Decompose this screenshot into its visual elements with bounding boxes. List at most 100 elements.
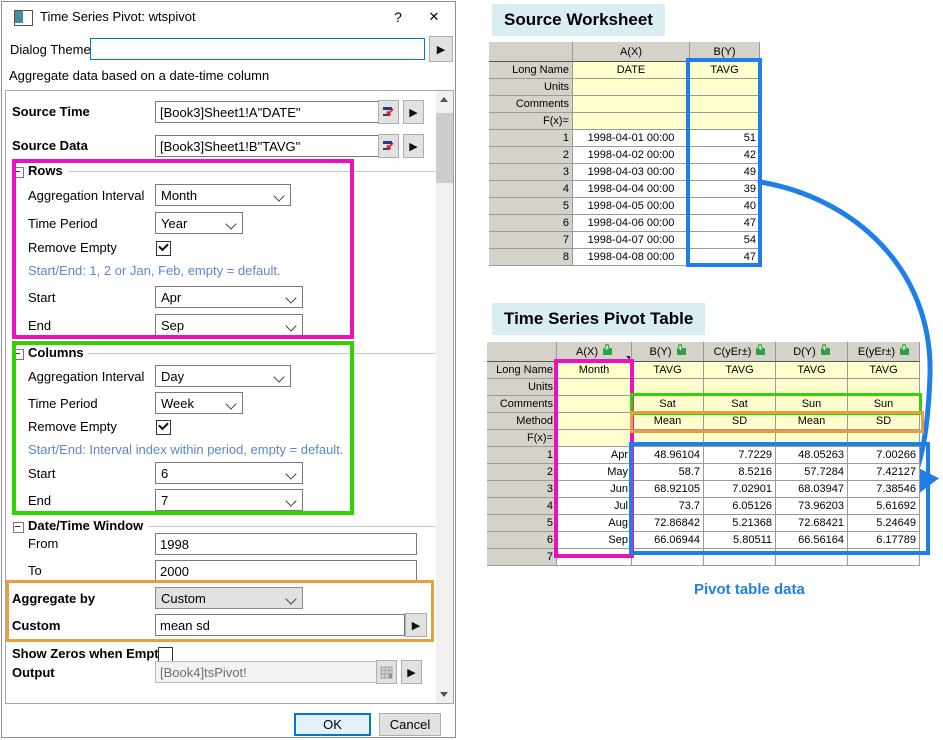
dialog-theme-flyout-button[interactable]: ▶	[429, 36, 453, 62]
row-header[interactable]: 6	[489, 215, 573, 232]
row-header[interactable]: Units	[489, 79, 573, 96]
cell[interactable]	[848, 379, 920, 396]
cell[interactable]: 5.61692	[848, 498, 920, 515]
column-header[interactable]: B(Y)	[632, 342, 704, 362]
cancel-button[interactable]: Cancel	[379, 713, 441, 736]
cell[interactable]: 8.5216	[704, 464, 776, 481]
cell[interactable]	[848, 549, 920, 566]
source-time-column-picker-button[interactable]	[378, 100, 399, 124]
aggregate-by-select[interactable]: Custom	[155, 587, 303, 609]
row-header[interactable]: 1	[489, 130, 573, 147]
cell[interactable]: 47	[690, 249, 760, 266]
cell[interactable]	[557, 379, 632, 396]
cell[interactable]	[557, 549, 632, 566]
cell[interactable]	[704, 549, 776, 566]
row-header[interactable]: 1	[487, 447, 557, 464]
cell[interactable]: 54	[690, 232, 760, 249]
cell[interactable]: Aug	[557, 515, 632, 532]
from-input[interactable]	[155, 533, 417, 555]
cell[interactable]: 1998-04-02 00:00	[573, 147, 690, 164]
source-data-column-picker-button[interactable]	[378, 134, 399, 158]
column-header[interactable]: A(X)	[557, 342, 632, 362]
cell[interactable]: 68.92105	[632, 481, 704, 498]
cell[interactable]: 1998-04-04 00:00	[573, 181, 690, 198]
cell[interactable]: 6.05126	[704, 498, 776, 515]
column-header[interactable]: A(X)	[573, 42, 690, 62]
cell[interactable]: 1998-04-07 00:00	[573, 232, 690, 249]
cell[interactable]: 72.68421	[776, 515, 848, 532]
cell[interactable]: 48.05263	[776, 447, 848, 464]
scroll-down-icon[interactable]	[436, 686, 453, 703]
source-time-input[interactable]	[155, 101, 381, 123]
row-header[interactable]: 7	[489, 232, 573, 249]
row-header[interactable]: 5	[489, 198, 573, 215]
row-header[interactable]: 3	[489, 164, 573, 181]
show-zeros-checkbox[interactable]	[158, 647, 173, 662]
cell[interactable]: 47	[690, 215, 760, 232]
cell[interactable]: 7.42127	[848, 464, 920, 481]
row-header[interactable]: Long Name	[487, 362, 557, 379]
column-header[interactable]: B(Y)	[690, 42, 760, 62]
cell[interactable]	[690, 96, 760, 113]
cell[interactable]: 68.03947	[776, 481, 848, 498]
cell[interactable]: 58.7	[632, 464, 704, 481]
row-header[interactable]: 2	[487, 464, 557, 481]
row-header[interactable]: F(x)=	[487, 430, 557, 447]
cell[interactable]: Apr	[557, 447, 632, 464]
rows-end-select[interactable]: Sep	[155, 314, 303, 336]
ok-button[interactable]: OK	[294, 713, 371, 736]
cell[interactable]: Jun	[557, 481, 632, 498]
cell[interactable]	[557, 396, 632, 413]
cell[interactable]: 73.7	[632, 498, 704, 515]
cell[interactable]: 57.7284	[776, 464, 848, 481]
rows-remove-empty-checkbox[interactable]	[156, 241, 171, 256]
row-header[interactable]: 7	[487, 549, 557, 566]
cell[interactable]: 73.96203	[776, 498, 848, 515]
collapse-rows-icon[interactable]	[13, 167, 24, 178]
cell[interactable]: TAVG	[690, 62, 760, 79]
row-header[interactable]: 4	[489, 181, 573, 198]
cell[interactable]	[573, 113, 690, 130]
cell[interactable]: 66.06944	[632, 532, 704, 549]
row-header[interactable]: 6	[487, 532, 557, 549]
rows-aggregation-interval-select[interactable]: Month	[155, 184, 291, 206]
cell[interactable]: Sun	[848, 396, 920, 413]
cell[interactable]	[573, 79, 690, 96]
cell[interactable]	[848, 430, 920, 447]
custom-flyout-button[interactable]: ▶	[405, 613, 427, 637]
cell[interactable]: Sat	[632, 396, 704, 413]
row-header[interactable]: Comments	[489, 96, 573, 113]
column-header[interactable]	[487, 342, 557, 362]
scrollbar-thumb[interactable]	[436, 113, 453, 183]
cell[interactable]: Mean	[632, 413, 704, 430]
row-header[interactable]: 8	[489, 249, 573, 266]
cell[interactable]: 72.86842	[632, 515, 704, 532]
cell[interactable]	[704, 430, 776, 447]
row-header[interactable]: Long Name	[489, 62, 573, 79]
cell[interactable]: 1998-04-06 00:00	[573, 215, 690, 232]
row-header[interactable]: 2	[489, 147, 573, 164]
rows-time-period-select[interactable]: Year	[155, 212, 243, 234]
column-header[interactable]: D(Y)	[776, 342, 848, 362]
column-header[interactable]	[489, 42, 573, 62]
cell[interactable]: 5.24649	[848, 515, 920, 532]
row-header[interactable]: 5	[487, 515, 557, 532]
cell[interactable]	[573, 96, 690, 113]
help-button[interactable]: ?	[381, 2, 415, 32]
row-header[interactable]: 3	[487, 481, 557, 498]
cell[interactable]: 49	[690, 164, 760, 181]
rows-start-select[interactable]: Apr	[155, 286, 303, 308]
cell[interactable]	[690, 79, 760, 96]
cell[interactable]: TAVG	[776, 362, 848, 379]
custom-input[interactable]	[155, 614, 405, 636]
cell[interactable]: May	[557, 464, 632, 481]
cell[interactable]: 5.80511	[704, 532, 776, 549]
cell[interactable]: Sun	[776, 396, 848, 413]
columns-time-period-select[interactable]: Week	[155, 392, 243, 414]
cell[interactable]: SD	[848, 413, 920, 430]
close-button[interactable]: ✕	[417, 2, 451, 32]
cell[interactable]	[632, 430, 704, 447]
cell[interactable]	[776, 430, 848, 447]
cell[interactable]: 39	[690, 181, 760, 198]
cell[interactable]: 7.02901	[704, 481, 776, 498]
